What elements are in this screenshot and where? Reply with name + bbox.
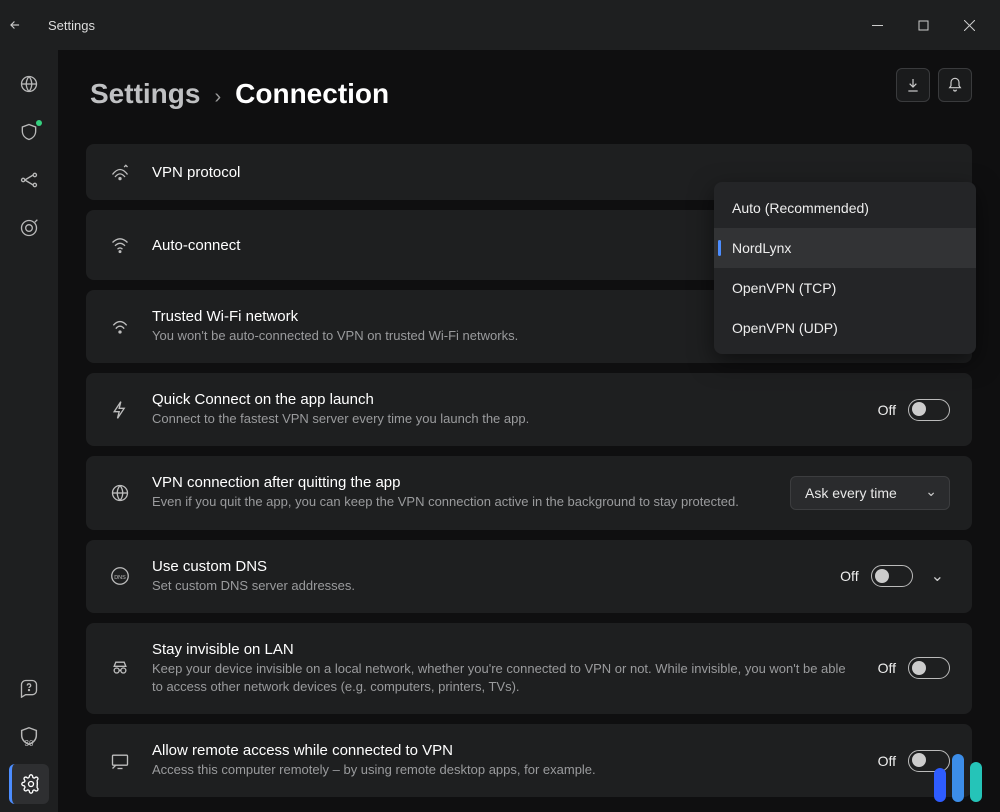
gear-icon: [21, 774, 41, 794]
sidebar-item-mesh[interactable]: [9, 160, 49, 200]
row-desc: Even if you quit the app, you can keep t…: [152, 493, 770, 511]
globe-icon: [19, 74, 39, 94]
titlebar: Settings: [0, 0, 1000, 50]
globe-icon: [108, 483, 132, 503]
toggle-label: Off: [878, 753, 896, 769]
row-after-quit: VPN connection after quitting the app Ev…: [86, 456, 972, 529]
dropdown-item[interactable]: NordLynx: [714, 228, 976, 268]
dns-icon: DNS: [108, 565, 132, 587]
quick-connect-toggle[interactable]: [908, 399, 950, 421]
bolt-icon: [108, 400, 132, 420]
row-custom-dns: DNS Use custom DNS Set custom DNS server…: [86, 540, 972, 613]
sidebar-item-globe[interactable]: [9, 64, 49, 104]
row-invisible-lan: Stay invisible on LAN Keep your device i…: [86, 623, 972, 714]
help-icon: [19, 678, 39, 698]
row-desc: Set custom DNS server addresses.: [152, 577, 820, 595]
breadcrumb-leaf: Connection: [235, 78, 389, 110]
toggle-label: Off: [840, 568, 858, 584]
window-title: Settings: [48, 18, 95, 33]
dropdown-item[interactable]: Auto (Recommended): [714, 188, 976, 228]
row-title: Allow remote access while connected to V…: [152, 742, 858, 759]
sidebar-item-settings[interactable]: [9, 764, 49, 804]
sidebar-item-account[interactable]: 30: [9, 716, 49, 756]
breadcrumb: Settings › Connection: [90, 78, 972, 110]
wifi-arc-icon: [108, 317, 132, 337]
sidebar-item-help[interactable]: [9, 668, 49, 708]
row-quick-connect: Quick Connect on the app launch Connect …: [86, 373, 972, 446]
row-title: VPN protocol: [152, 164, 950, 181]
window-minimize-button[interactable]: [854, 0, 900, 50]
dropdown-item[interactable]: OpenVPN (UDP): [714, 308, 976, 348]
row-desc: Keep your device invisible on a local ne…: [152, 660, 858, 696]
custom-dns-toggle[interactable]: [871, 565, 913, 587]
toggle-label: Off: [878, 402, 896, 418]
sidebar-item-target[interactable]: [9, 208, 49, 248]
sidebar: 30: [0, 50, 58, 812]
shield-badge-number: 30: [9, 739, 49, 748]
vpn-protocol-dropdown: Auto (Recommended) NordLynx OpenVPN (TCP…: [714, 182, 976, 354]
breadcrumb-root[interactable]: Settings: [90, 78, 200, 110]
download-icon: [905, 77, 921, 93]
mesh-icon: [19, 170, 39, 190]
invisible-lan-toggle[interactable]: [908, 657, 950, 679]
row-title: Use custom DNS: [152, 558, 820, 575]
signal-icon: [108, 162, 132, 182]
monitor-icon: [108, 751, 132, 771]
dropdown-item[interactable]: OpenVPN (TCP): [714, 268, 976, 308]
row-remote-access: Allow remote access while connected to V…: [86, 724, 972, 797]
bell-icon: [947, 77, 963, 93]
target-icon: [19, 218, 39, 238]
download-button[interactable]: [896, 68, 930, 102]
brand-bars-icon: [934, 754, 982, 802]
main-content: Settings › Connection VPN protocol Auto-…: [58, 50, 1000, 812]
sidebar-item-shield[interactable]: [9, 112, 49, 152]
wifi-icon: [108, 235, 132, 255]
chevron-down-icon[interactable]: ⌄: [925, 562, 950, 590]
chevron-right-icon: ›: [214, 86, 221, 109]
row-title: Quick Connect on the app launch: [152, 391, 858, 408]
row-title: Stay invisible on LAN: [152, 641, 858, 658]
incognito-icon: [108, 658, 132, 678]
row-desc: Access this computer remotely – by using…: [152, 761, 858, 779]
svg-text:DNS: DNS: [114, 575, 126, 581]
row-title: VPN connection after quitting the app: [152, 474, 770, 491]
toggle-label: Off: [878, 660, 896, 676]
row-desc: Connect to the fastest VPN server every …: [152, 410, 858, 428]
window-maximize-button[interactable]: [900, 0, 946, 50]
shield-icon: [19, 122, 39, 142]
notifications-button[interactable]: [938, 68, 972, 102]
after-quit-select[interactable]: Ask every time: [790, 476, 950, 510]
window-close-button[interactable]: [946, 0, 992, 50]
back-button[interactable]: [8, 18, 44, 32]
